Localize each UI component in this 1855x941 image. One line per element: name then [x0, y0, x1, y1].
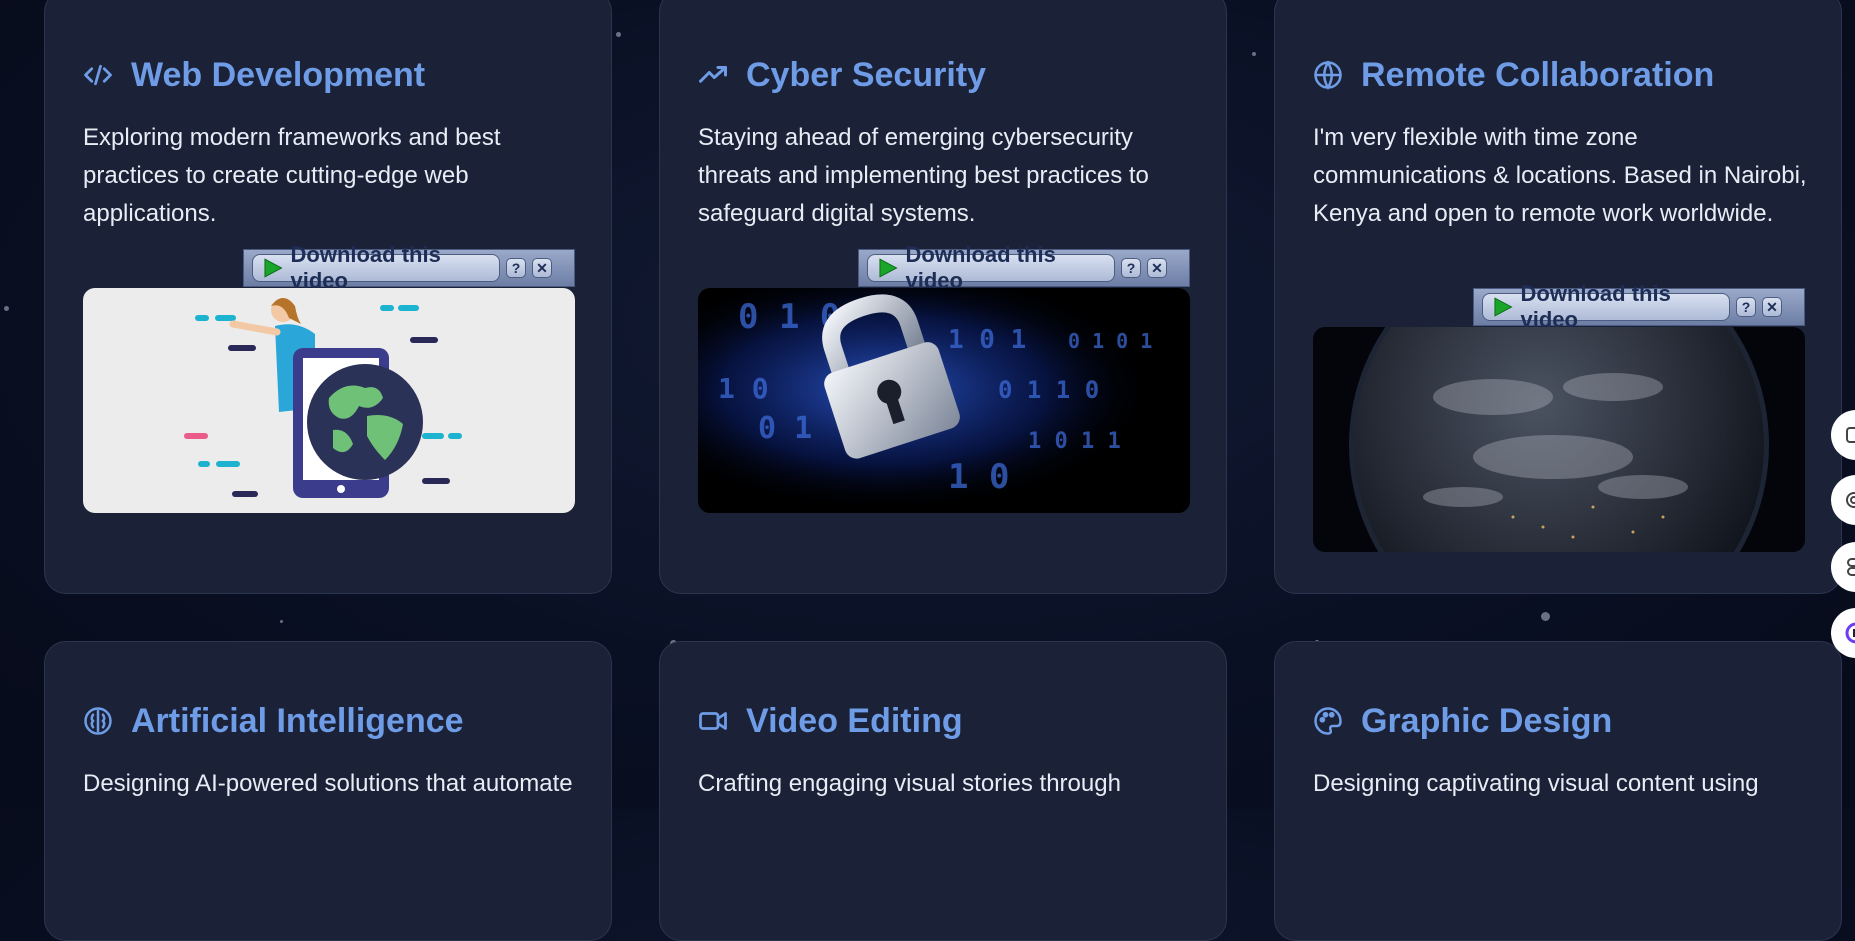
card-description: Crafting engaging visual stories through: [698, 770, 1121, 797]
star: [1541, 612, 1550, 621]
palette-icon: [1314, 707, 1342, 735]
svg-text:1 0: 1 0: [948, 457, 1009, 497]
card-title: Video Editing: [698, 699, 963, 743]
assistant-icon: [1845, 622, 1855, 644]
cyber-security-lock-video: 0 1 0 1 0 0 1 1 0 1 0 1 1 0 1 0 1 1 1 0 …: [698, 288, 1190, 513]
card-description: I'm very flexible with time zone communi…: [1313, 124, 1807, 227]
download-video-bar: Download this video ? ✕: [858, 242, 1190, 293]
card-graphic-design: Graphic Design Designing captivating vis…: [1274, 641, 1842, 941]
download-video-bar: Download this video ? ✕: [1473, 281, 1805, 332]
card-title-text: Video Editing: [746, 701, 963, 740]
earth-video: [1313, 327, 1805, 552]
globe-icon: [1314, 60, 1342, 90]
card-description: Designing AI-powered solutions that auto…: [83, 770, 573, 797]
card-description: Staying ahead of emerging cybersecurity …: [698, 124, 1149, 227]
card-remote-collaboration: Remote Collaboration I'm very flexible w…: [1274, 0, 1842, 594]
svg-text:1 0 1 1: 1 0 1 1: [1028, 429, 1121, 454]
download-close-button[interactable]: ✕: [532, 258, 552, 278]
card-title-text: Web Development: [131, 55, 426, 94]
card-title: Graphic Design: [1313, 699, 1612, 743]
svg-text:1 0 1: 1 0 1: [948, 325, 1026, 355]
card-title: Artificial Intelligence: [83, 699, 464, 743]
card-web-development: Web Development Exploring modern framewo…: [44, 0, 612, 594]
download-video-label: Download this video: [905, 242, 1056, 293]
star: [4, 306, 9, 311]
svg-text:0 1 0 1: 0 1 0 1: [1068, 329, 1152, 353]
spiral-icon: [1846, 492, 1855, 508]
svg-text:0 1: 0 1: [758, 411, 812, 446]
star: [616, 32, 621, 37]
card-video-editing: Video Editing Crafting engaging visual s…: [659, 641, 1227, 941]
card-description: Designing captivating visual content usi…: [1313, 770, 1759, 797]
card-title: Cyber Security: [698, 53, 986, 97]
download-help-button[interactable]: ?: [506, 258, 526, 278]
star: [1252, 52, 1256, 56]
web-development-illustration: [83, 288, 575, 513]
card-cyber-security: Cyber Security Staying ahead of emerging…: [659, 0, 1227, 594]
play-icon: [1494, 297, 1513, 317]
download-video-label: Download this video: [1520, 281, 1671, 332]
download-video-button[interactable]: Download this video: [867, 242, 1115, 293]
svg-text:0 1 1 0: 0 1 1 0: [998, 376, 1099, 404]
download-help-button[interactable]: ?: [1121, 258, 1141, 278]
star: [280, 620, 283, 623]
brain-icon: [84, 707, 112, 735]
video-camera-icon: [699, 712, 727, 730]
card-description: Exploring modern frameworks and best pra…: [83, 124, 501, 227]
card-title-text: Cyber Security: [746, 55, 986, 94]
window-icon: [1846, 427, 1855, 443]
download-video-button[interactable]: Download this video: [252, 242, 500, 293]
download-video-label: Download this video: [290, 242, 441, 293]
card-title-text: Artificial Intelligence: [131, 701, 464, 740]
download-video-button[interactable]: Download this video: [1482, 281, 1730, 332]
play-icon: [264, 258, 283, 278]
play-icon: [879, 258, 898, 278]
card-title: Web Development: [83, 53, 425, 97]
card-title: Remote Collaboration: [1313, 53, 1714, 97]
code-icon: [84, 64, 112, 86]
trending-up-icon: [699, 66, 727, 83]
download-help-button[interactable]: ?: [1736, 297, 1756, 317]
link-icon: [1847, 558, 1855, 576]
card-artificial-intelligence: Artificial Intelligence Designing AI-pow…: [44, 641, 612, 941]
card-title-text: Graphic Design: [1361, 701, 1613, 740]
download-close-button[interactable]: ✕: [1147, 258, 1167, 278]
svg-text:1 0: 1 0: [718, 372, 769, 405]
download-video-bar: Download this video ? ✕: [243, 242, 575, 293]
download-close-button[interactable]: ✕: [1762, 297, 1782, 317]
card-title-text: Remote Collaboration: [1361, 55, 1715, 94]
